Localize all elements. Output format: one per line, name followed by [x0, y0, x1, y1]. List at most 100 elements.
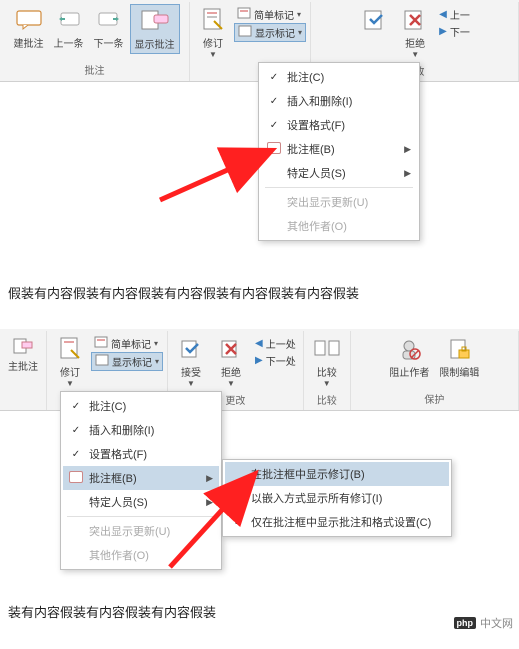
markup-icon [94, 336, 108, 351]
restrict-editing-button[interactable]: 限制编辑 [435, 333, 483, 381]
chevron-down-icon: ▾ [297, 10, 301, 19]
comments-group: 建批注 上一条 下一条 [0, 2, 190, 81]
accept-icon [360, 6, 390, 34]
show-markup-icon [238, 25, 252, 40]
reject-icon [216, 335, 246, 363]
menu-insertions-label: 插入和删除(I) [287, 93, 352, 109]
next-arrow-icon: ▶ [255, 355, 263, 366]
annotation-arrow-2 [160, 459, 280, 574]
prev-comment-icon [54, 6, 84, 34]
simple-markup-dropdown[interactable]: 简单标记 ▾ [91, 335, 163, 352]
new-comment-button[interactable]: 建批注 [10, 4, 48, 52]
chevron-down-icon: ▾ [298, 28, 302, 37]
next-change-button[interactable]: ▶ 下一 [436, 23, 473, 40]
accept-button[interactable]: 接受 [356, 4, 394, 52]
screenshot-1: 建批注 上一条 下一条 [0, 0, 519, 317]
comment-icon [14, 6, 44, 34]
annotation-arrow-1 [150, 100, 290, 210]
revisions-icon [55, 335, 85, 363]
menu-formatting-label: 设置格式(F) [89, 446, 147, 462]
document-text-2: 装有内容假装有内容假装有内容假装 [0, 581, 519, 636]
prev-comment-button[interactable]: 上一条 [50, 4, 88, 52]
show-markup-dropdown[interactable]: 显示标记 ▾ [234, 23, 306, 42]
show-comments-button[interactable]: 显示批注 [130, 4, 180, 54]
comments-group-label: 批注 [4, 60, 185, 79]
restrict-icon [444, 335, 474, 363]
next-change-button[interactable]: ▶ 下一处 [252, 352, 299, 369]
block-label: 阻止作者 [389, 364, 429, 379]
balloon-icon [69, 471, 83, 486]
reject-label: 拒绝 [221, 364, 241, 379]
revisions-icon [198, 6, 228, 34]
compare-button[interactable]: 比较 ▼ [308, 333, 346, 390]
show-comments-label: 显示批注 [135, 36, 175, 51]
block-authors-button[interactable]: 阻止作者 [385, 333, 433, 381]
revisions-button[interactable]: 修订 ▼ [194, 4, 232, 61]
show-comments-button[interactable]: 主批注 [4, 333, 42, 375]
chevron-down-icon: ▾ [154, 339, 158, 348]
menu-balloons-label: 批注框(B) [287, 141, 335, 157]
php-logo: php [454, 617, 477, 629]
prev-change-button[interactable]: ◀ 上一 [436, 6, 473, 23]
prev-change-label: 上一 [450, 7, 470, 22]
watermark-text: 中文网 [480, 615, 513, 631]
simple-markup-label: 简单标记 [254, 7, 294, 22]
show-comments-label: 主批注 [8, 358, 38, 373]
accept-icon [176, 335, 206, 363]
reject-button[interactable]: 拒绝 ▼ [212, 333, 250, 390]
simple-markup-label: 简单标记 [111, 336, 151, 351]
protect-group: 阻止作者 限制编辑 保护 [351, 331, 519, 410]
reject-icon [400, 6, 430, 34]
check-icon: ✓ [69, 449, 83, 460]
prev-arrow-icon: ◀ [439, 9, 447, 20]
menu-comments[interactable]: ✓ 批注(C) [63, 394, 219, 418]
menu-other-authors: 其他作者(O) [261, 214, 417, 238]
revisions-button[interactable]: 修订 ▼ [51, 333, 89, 390]
next-comment-label: 下一条 [94, 35, 124, 50]
watermark: php 中文网 [454, 615, 514, 631]
show-markup-label: 显示标记 [112, 354, 152, 369]
show-markup-dropdown[interactable]: 显示标记 ▾ [91, 352, 163, 371]
next-arrow-icon: ▶ [439, 26, 447, 37]
menu-others-label: 其他作者(O) [89, 547, 149, 563]
show-comments-group: 主批注 [0, 331, 47, 410]
chevron-down-icon: ▼ [187, 379, 195, 388]
protect-group-label: 保护 [355, 389, 514, 408]
menu-comments[interactable]: ✓ 批注(C) [261, 65, 417, 89]
menu-people-label: 特定人员(S) [89, 494, 148, 510]
revisions-label: 修订 [203, 35, 223, 50]
chevron-down-icon: ▼ [227, 379, 235, 388]
chevron-down-icon: ▼ [66, 379, 74, 388]
block-icon [394, 335, 424, 363]
check-icon: ✓ [267, 72, 281, 83]
menu-formatting-label: 设置格式(F) [287, 117, 345, 133]
compare-label: 比较 [317, 364, 337, 379]
prev-arrow-icon: ◀ [255, 338, 263, 349]
prev-change-button[interactable]: ◀ 上一处 [252, 335, 299, 352]
simple-markup-dropdown[interactable]: 简单标记 ▾ [234, 6, 306, 23]
prev-change-label: 上一处 [266, 336, 296, 351]
menu-comments-label: 批注(C) [89, 398, 126, 414]
menu-balloons-label: 批注框(B) [89, 470, 137, 486]
reject-button[interactable]: 拒绝 ▼ [396, 4, 434, 61]
menu-insertions-label: 插入和删除(I) [89, 422, 154, 438]
compare-group: 比较 ▼ 比较 [304, 331, 351, 410]
check-icon: ✓ [69, 401, 83, 412]
restrict-label: 限制编辑 [439, 364, 479, 379]
check-icon: ✓ [69, 425, 83, 436]
new-comment-label: 建批注 [14, 35, 44, 50]
prev-comment-label: 上一条 [54, 35, 84, 50]
accept-button[interactable]: 接受 ▼ [172, 333, 210, 390]
accept-label: 接受 [181, 364, 201, 379]
markup-icon [237, 7, 251, 22]
show-markup-label: 显示标记 [255, 25, 295, 40]
chevron-right-icon: ▶ [404, 168, 411, 179]
next-change-label: 下一处 [266, 353, 296, 368]
show-comments-icon [11, 335, 35, 357]
revisions-label: 修订 [60, 364, 80, 379]
chevron-down-icon: ▼ [323, 379, 331, 388]
menu-insertions[interactable]: ✓ 插入和删除(I) [63, 418, 219, 442]
menu-comments-label: 批注(C) [287, 69, 324, 85]
next-comment-button[interactable]: 下一条 [90, 4, 128, 52]
next-comment-icon [94, 6, 124, 34]
